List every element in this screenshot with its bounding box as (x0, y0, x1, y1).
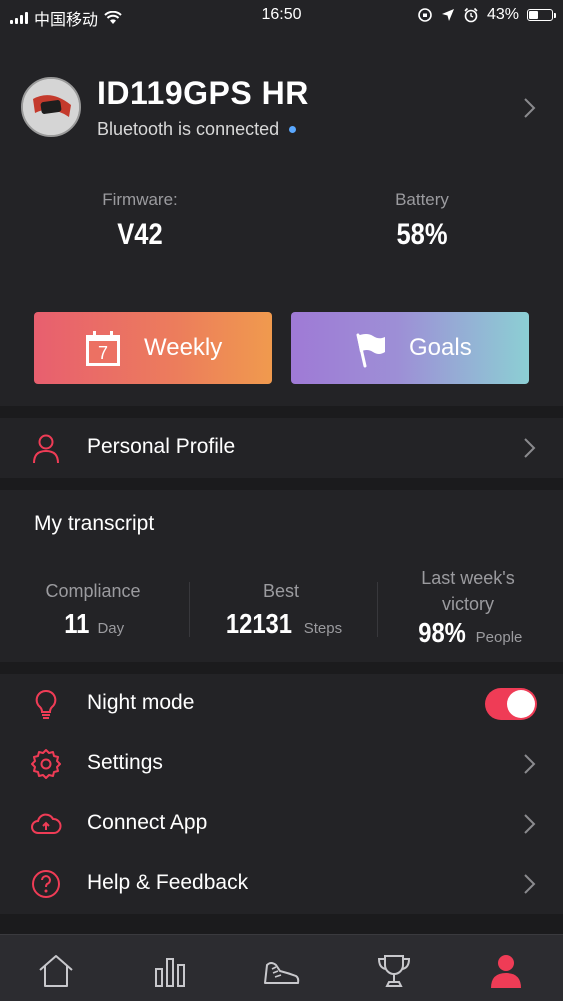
best-stat: Best 12131 Steps (206, 578, 356, 640)
section-divider (0, 478, 563, 490)
bluetooth-status: Bluetooth is connected (97, 119, 297, 140)
chevron-right-icon (524, 874, 536, 894)
weekly-button[interactable]: 7 Weekly (34, 312, 272, 384)
victory-label-line1: Last week's (421, 568, 515, 588)
tab-bar (0, 934, 563, 1001)
victory-stat: Last week's victory 98% People (388, 565, 548, 649)
victory-label-line2: victory (441, 594, 494, 614)
cloud-upload-icon (31, 813, 62, 834)
chevron-right-icon (524, 438, 536, 458)
shoe-icon[interactable] (262, 951, 302, 991)
calendar-icon: 7 (86, 331, 120, 366)
compliance-stat: Compliance 11 Day (18, 578, 168, 640)
toggle-knob (507, 690, 535, 718)
best-unit: Steps (303, 620, 343, 637)
chevron-right-icon (524, 814, 536, 834)
device-name: ID119GPS HR (97, 75, 309, 111)
flag-icon (356, 333, 385, 368)
person-outline-icon (33, 434, 59, 464)
firmware-label: Firmware: (102, 190, 178, 209)
compliance-unit: Day (97, 620, 125, 637)
battery-label: Battery (395, 190, 449, 209)
weekly-label: Weekly (144, 334, 223, 361)
trophy-icon[interactable] (374, 951, 414, 991)
calendar-day: 7 (98, 343, 108, 363)
gear-icon (31, 749, 61, 779)
stats-icon[interactable] (150, 951, 190, 991)
best-value: 12131 Steps (206, 608, 356, 640)
settings-row[interactable]: Settings (0, 734, 563, 794)
victory-value: 98% People (388, 617, 548, 649)
rotation-lock-icon (418, 8, 432, 22)
status-bar-right: 43% (417, 6, 556, 24)
chevron-right-icon (524, 98, 536, 118)
lightbulb-icon (35, 689, 57, 719)
device-avatar (21, 77, 81, 137)
connect-app-row[interactable]: Connect App (0, 794, 563, 854)
section-divider (0, 406, 563, 418)
help-feedback-row[interactable]: Help & Feedback (0, 854, 563, 914)
stat-divider (377, 582, 378, 637)
night-mode-row: Night mode (0, 674, 563, 734)
best-number: 12131 (225, 608, 292, 639)
battery-value: 58% (396, 218, 448, 251)
victory-number: 98% (417, 617, 466, 648)
night-mode-toggle[interactable] (485, 688, 537, 720)
stat-divider (189, 582, 190, 637)
personal-profile-row[interactable]: Personal Profile (0, 418, 563, 478)
alarm-icon (464, 7, 478, 23)
firmware-info: Firmware: V42 (60, 190, 220, 252)
best-label: Best (262, 581, 300, 601)
battery-percent: 43% (486, 6, 519, 23)
section-divider (0, 914, 563, 934)
connection-dot-icon (289, 126, 297, 133)
connect-app-label: Connect App (87, 811, 208, 834)
location-icon (441, 9, 454, 21)
compliance-value: 11 Day (18, 608, 168, 640)
goals-button[interactable]: Goals (291, 312, 529, 384)
home-icon[interactable] (36, 951, 76, 991)
person-icon[interactable] (486, 951, 526, 991)
help-circle-icon (32, 870, 60, 898)
device-header[interactable]: ID119GPS HR Bluetooth is connected (0, 60, 563, 160)
help-feedback-label: Help & Feedback (87, 871, 249, 894)
fitness-band-icon (23, 79, 79, 135)
transcript-title: My transcript (34, 512, 155, 535)
chevron-right-icon (524, 754, 536, 774)
night-mode-label: Night mode (87, 691, 195, 714)
bluetooth-status-text: Bluetooth is connected (97, 119, 280, 139)
goals-label: Goals (409, 334, 472, 361)
battery-fill (529, 11, 538, 19)
firmware-value: V42 (117, 218, 163, 251)
personal-profile-label: Personal Profile (87, 435, 236, 458)
section-divider (0, 662, 563, 674)
app-screen: 中国移动 16:50 43% ID119GPS HR Bluetooth is … (0, 0, 563, 1001)
compliance-label: Compliance (45, 581, 141, 601)
battery-info: Battery 58% (342, 190, 502, 252)
status-bar: 中国移动 16:50 43% (0, 0, 563, 30)
battery-icon (527, 9, 556, 21)
victory-unit: People (475, 629, 523, 646)
settings-label: Settings (87, 751, 163, 774)
compliance-number: 11 (64, 608, 90, 639)
